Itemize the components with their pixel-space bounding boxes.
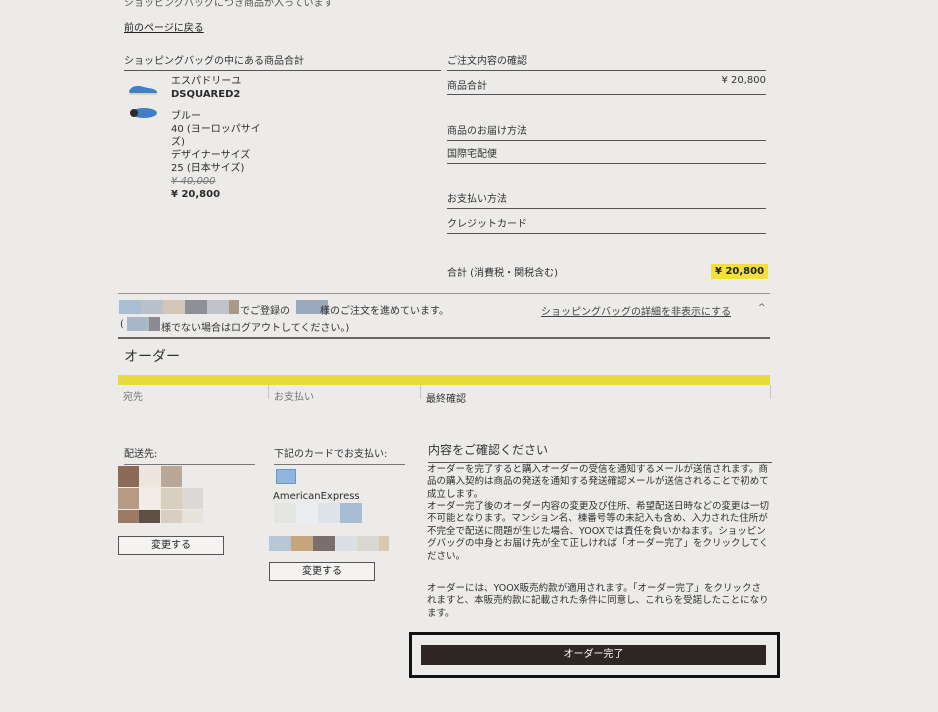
confirm-title: 内容をご確認ください xyxy=(428,441,772,463)
product-size-eu: 40 (ヨーロッパサイズ) xyxy=(171,124,261,148)
step-address[interactable]: 宛先 xyxy=(123,388,143,403)
shoe-top-icon xyxy=(130,108,157,118)
change-card-button[interactable]: 変更する xyxy=(269,562,375,581)
hide-bag-details-link[interactable]: ショッピングバッグの詳細を非表示にする xyxy=(541,303,731,318)
total-label: 合計 (消費税・関税含む) xyxy=(447,268,558,279)
confirm-paragraph-2: オーダー完了後のオーダー内容の変更及び住所、希望配送日時などの変更は一切不可能と… xyxy=(427,501,770,562)
product-size-jp: 25 (日本サイズ) xyxy=(171,163,245,174)
amex-card-icon xyxy=(276,469,296,484)
payment-title: お支払い方法 xyxy=(447,190,766,209)
product-info: エスパドリーユ DSQUARED2 xyxy=(171,75,241,101)
order-heading: オーダー xyxy=(124,349,180,365)
delivery-row: 国際宅配便 xyxy=(447,145,766,164)
product-attrs: ブルー 40 (ヨーロッパサイズ) デザイナーサイズ 25 (日本サイズ) ¥ … xyxy=(171,110,273,201)
shipping-title: 配送先: xyxy=(124,445,255,465)
product-original-price: ¥ 40,000 xyxy=(171,176,216,187)
product-sale-price: ¥ 20,800 xyxy=(171,189,221,200)
back-link[interactable]: 前のページに戻る xyxy=(124,19,204,34)
card-title: 下記のカードでお支払い: xyxy=(274,445,405,465)
terms-paragraph: オーダーには、YOOX販売約款が適用されます。「オーダー完了」をクリックされます… xyxy=(427,583,769,619)
payment-value: クレジットカード xyxy=(447,219,527,230)
section-divider xyxy=(118,337,770,339)
product-brand: DSQUARED2 xyxy=(171,89,241,100)
summary-title: ご注文内容の確認 xyxy=(447,52,766,71)
product-thumbnail[interactable] xyxy=(128,82,158,99)
shoe-side-icon xyxy=(129,85,157,95)
chevron-up-icon[interactable]: ^ xyxy=(758,303,766,313)
product-color: ブルー xyxy=(171,111,201,122)
payment-row: クレジットカード xyxy=(447,215,766,234)
delivery-value: 国際宅配便 xyxy=(447,149,497,160)
bag-notice-text: ショッピングバッグにつき商品が入っています xyxy=(124,0,334,9)
login-notice-line1: でご登録の 様のご注文を進めています。 xyxy=(240,306,449,317)
total-value: ¥ 20,800 xyxy=(711,264,769,279)
login-notice-paren: ( xyxy=(120,319,124,330)
step-final-confirm: 最終確認 xyxy=(426,394,466,405)
subtotal-value: ¥ 20,800 xyxy=(721,75,766,86)
subtotal-row: 商品合計 ¥ 20,800 xyxy=(447,75,766,95)
product-thumbnail-alt[interactable] xyxy=(128,106,158,123)
delivery-title: 商品のお届け方法 xyxy=(447,122,766,141)
card-brand-name: AmericanExpress xyxy=(273,491,360,502)
step-payment[interactable]: お支払い xyxy=(274,388,314,403)
product-name: エスパドリーユ xyxy=(171,76,242,87)
login-notice-line2: 様でない場合はログアウトしてください。) xyxy=(161,323,350,334)
subtotal-label: 商品合計 xyxy=(447,81,487,92)
step-divider xyxy=(420,385,421,399)
order-complete-button[interactable]: オーダー完了 xyxy=(421,645,766,665)
divider xyxy=(118,293,770,294)
step-divider xyxy=(268,385,269,399)
bag-section-title: ショッピングバッグの中にある商品合計 xyxy=(124,52,441,71)
checkout-progress-bar xyxy=(118,375,770,385)
product-size-designer-label: デザイナーサイズ xyxy=(171,150,251,161)
step-divider xyxy=(770,385,771,399)
change-shipping-button[interactable]: 変更する xyxy=(118,536,224,555)
confirm-paragraph-1: オーダーを完了すると購入オーダーの受信を通知するメールが送信されます。商品の購入… xyxy=(427,464,769,500)
